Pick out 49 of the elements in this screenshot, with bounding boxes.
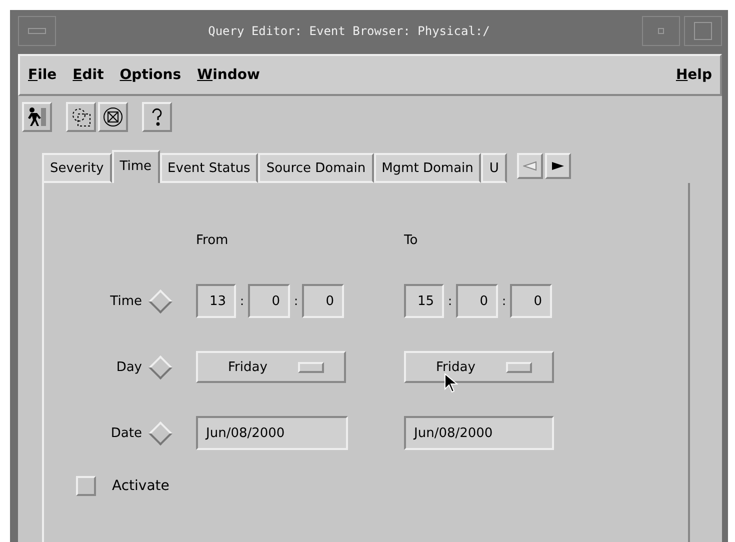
radio-toggle[interactable]	[148, 354, 173, 380]
time-field[interactable]: 13	[196, 284, 236, 318]
mouse-pointer-icon	[444, 373, 458, 393]
tab[interactable]: U	[481, 153, 507, 183]
row-label: Date	[110, 426, 143, 440]
minimize-icon	[658, 28, 664, 34]
toolbar-button[interactable]	[66, 102, 96, 132]
tab[interactable]: Source Domain	[258, 153, 374, 183]
toolbar-button[interactable]	[98, 102, 128, 132]
toolbar-button[interactable]	[142, 102, 172, 132]
radio-toggle[interactable]	[148, 288, 173, 314]
crossed-box-icon	[102, 106, 124, 128]
checkbox-label: Activate	[112, 478, 170, 494]
toolbar-button[interactable]	[22, 102, 52, 132]
right-arrow-icon	[550, 161, 565, 171]
tab[interactable]: Time	[112, 150, 160, 183]
tab[interactable]: Severity	[42, 153, 112, 183]
left-arrow-icon	[522, 161, 537, 171]
menu-item[interactable]: Edit	[72, 67, 104, 83]
column-heading: From	[196, 233, 230, 250]
menu-item[interactable]: Window	[197, 67, 260, 83]
menu-item[interactable]: Options	[120, 67, 182, 83]
day-option-menu[interactable]: Friday	[196, 351, 346, 383]
maximize-icon	[694, 22, 712, 40]
bar-icon	[28, 28, 46, 34]
time-separator: :	[446, 294, 454, 308]
row-label: Day	[115, 360, 143, 374]
day-option-menu[interactable]: Friday	[404, 351, 554, 383]
time-separator: :	[238, 294, 246, 308]
row-label: Time	[109, 294, 143, 308]
time-field[interactable]: 0	[248, 284, 290, 318]
time-field[interactable]: 0	[510, 284, 552, 318]
dotted-selection-icon	[70, 106, 92, 128]
activate-checkbox[interactable]	[76, 476, 96, 496]
date-field[interactable]: Jun/08/2000	[196, 416, 348, 450]
window-title: Query Editor: Event Browser: Physical:/	[207, 24, 491, 38]
tab[interactable]: Event Status	[160, 153, 258, 183]
time-field[interactable]: 15	[404, 284, 444, 318]
time-separator: :	[500, 294, 508, 308]
scroll-right-button[interactable]	[544, 153, 571, 179]
time-separator: :	[292, 294, 300, 308]
column-heading: To	[404, 233, 419, 250]
date-field[interactable]: Jun/08/2000	[404, 416, 554, 450]
time-field[interactable]: 0	[456, 284, 498, 318]
time-field[interactable]: 0	[302, 284, 344, 318]
help-menu[interactable]: Help	[676, 67, 712, 83]
tab[interactable]: Mgmt Domain	[374, 153, 482, 183]
menu-item[interactable]: File	[28, 67, 57, 83]
radio-toggle[interactable]	[148, 420, 173, 446]
